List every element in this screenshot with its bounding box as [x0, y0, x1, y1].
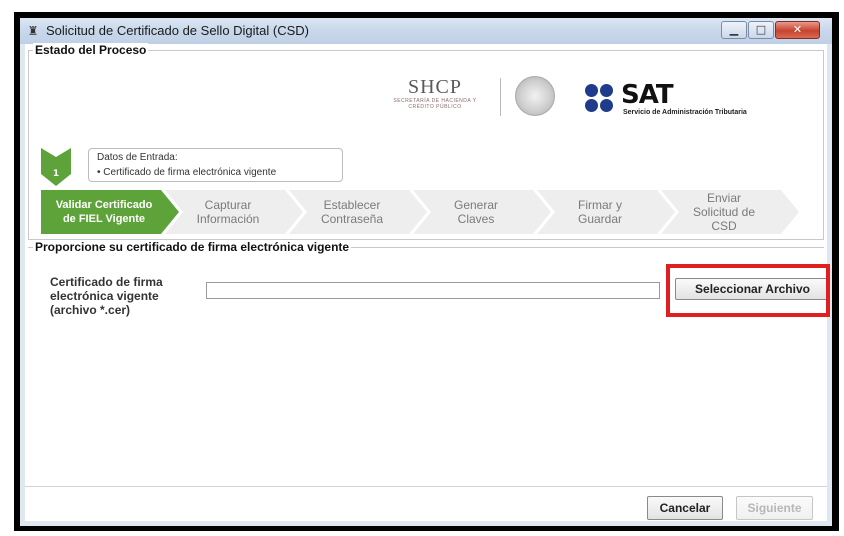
- maximize-button[interactable]: □: [748, 21, 774, 39]
- step-capturar: Capturar Información: [165, 190, 303, 234]
- input-data-box: Datos de Entrada: • Certificado de firma…: [88, 148, 343, 182]
- logo-divider: [500, 78, 501, 116]
- national-seal-icon: [515, 76, 555, 116]
- dialog-client: Estado del Proceso SHCP SECRETARÍA DE HA…: [25, 43, 830, 521]
- shcp-logo-subtext: SECRETARÍA DE HACIENDA Y CRÉDITO PÚBLICO: [393, 98, 477, 110]
- form-group-title: Proporcione su certificado de firma elec…: [33, 240, 352, 254]
- maximize-icon: □: [755, 23, 767, 36]
- step-establecer-label: Establecer Contraseña: [320, 198, 384, 226]
- step-validar: Validar Certificado de FIEL Vigente: [41, 190, 179, 234]
- sat-logo-subtext: Servicio de Administración Tributaria: [623, 109, 747, 116]
- sat-logo-text: SAT: [621, 80, 674, 110]
- step-validar-label: Validar Certificado de FIEL Vigente: [55, 199, 153, 225]
- highlight-box: [666, 264, 830, 317]
- next-button[interactable]: Siguiente: [736, 496, 813, 520]
- cancel-button[interactable]: Cancelar: [647, 496, 723, 520]
- input-data-item: • Certificado de firma electrónica vigen…: [97, 167, 277, 178]
- step-generar: Generar Claves: [413, 190, 551, 234]
- step-indicator-icon: 1: [41, 148, 71, 186]
- process-group-title: Estado del Proceso: [33, 43, 149, 57]
- step-establecer: Establecer Contraseña: [289, 190, 427, 234]
- footer-divider: [25, 486, 827, 487]
- title-bar: ♜ Solicitud de Certificado de Sello Digi…: [20, 18, 832, 44]
- window-title: Solicitud de Certificado de Sello Digita…: [46, 23, 310, 38]
- close-icon: ✕: [792, 23, 803, 36]
- minimize-icon: ▁: [729, 23, 739, 36]
- step-generar-label: Generar Claves: [453, 198, 499, 226]
- shcp-logo: SHCP SECRETARÍA DE HACIENDA Y CRÉDITO PÚ…: [381, 76, 489, 110]
- shcp-logo-text: SHCP: [407, 76, 463, 98]
- step-enviar-label: Enviar Solicitud de CSD: [692, 191, 756, 233]
- process-steps: Validar Certificado de FIEL Vigente Capt…: [41, 190, 801, 234]
- step-firmar-label: Firmar y Guardar: [577, 198, 623, 226]
- step-enviar: Enviar Solicitud de CSD: [661, 190, 799, 234]
- dialog-window: ♜ Solicitud de Certificado de Sello Digi…: [20, 18, 832, 526]
- close-button[interactable]: ✕: [775, 21, 820, 39]
- step-number: 1: [53, 169, 59, 179]
- sat-logo-icon: [585, 84, 625, 114]
- input-data-heading: Datos de Entrada:: [97, 152, 178, 163]
- minimize-button[interactable]: ▁: [721, 21, 747, 39]
- certificate-file-input[interactable]: [206, 282, 660, 299]
- certificate-field-label: Certificado de firma electrónica vigente…: [50, 275, 163, 317]
- app-icon: ♜: [27, 24, 39, 38]
- step-firmar: Firmar y Guardar: [537, 190, 675, 234]
- step-capturar-label: Capturar Información: [196, 198, 260, 226]
